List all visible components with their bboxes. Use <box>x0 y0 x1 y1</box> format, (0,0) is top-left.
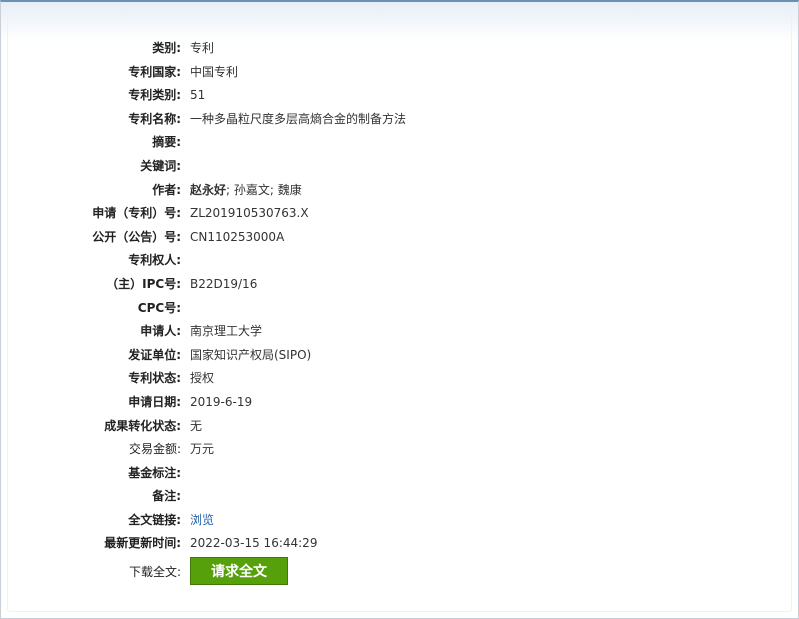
row-patent-country: 专利国家: 中国专利 <box>1 61 798 85</box>
fund-note-label: 基金标注: <box>128 465 181 480</box>
row-application-date: 申请日期: 2019-6-19 <box>1 391 798 415</box>
row-keywords: 关键词: <box>1 155 798 179</box>
last-updated-value: 2022-03-15 16:44:29 <box>190 536 318 551</box>
row-remarks: 备注: <box>1 485 798 509</box>
application-number-label: 申请（专利）号: <box>92 206 181 221</box>
patent-country-label: 专利国家: <box>128 64 181 79</box>
row-cpc: CPC号: <box>1 297 798 321</box>
row-transaction-amount: 交易金额: 万元 <box>1 438 798 462</box>
browse-link[interactable]: 浏览 <box>190 513 214 527</box>
patent-name-label: 专利名称: <box>128 111 181 126</box>
last-updated-label: 最新更新时间: <box>104 536 181 551</box>
row-ipc: （主）IPC号: B22D19/16 <box>1 273 798 297</box>
row-authors: 作者: 赵永好; 孙嘉文; 魏康 <box>1 179 798 203</box>
fulltext-link-value: 浏览 <box>190 509 214 533</box>
row-patentee: 专利权人: <box>1 249 798 273</box>
authors-value: 赵永好; 孙嘉文; 魏康 <box>190 179 302 203</box>
publication-number-value: CN110253000A <box>190 229 285 244</box>
publication-number-label: 公开（公告）号: <box>92 229 181 244</box>
applicant-label: 申请人: <box>140 324 181 339</box>
row-fund-note: 基金标注: <box>1 462 798 486</box>
row-applicant: 申请人: 南京理工大学 <box>1 320 798 344</box>
row-issuing-office: 发证单位: 国家知识产权局(SIPO) <box>1 344 798 368</box>
row-application-number: 申请（专利）号: ZL201910530763.X <box>1 202 798 226</box>
row-download: 下载全文: 请求全文 <box>1 556 798 588</box>
patent-detail-table: 类别: 专利 专利国家: 中国专利 专利类别: 51 专利名称: 一种多晶粒尺度… <box>1 37 798 588</box>
issuing-office-value: 国家知识产权局(SIPO) <box>190 347 312 362</box>
transfer-status-label: 成果转化状态: <box>104 418 181 433</box>
keywords-label: 关键词: <box>140 158 181 173</box>
row-last-updated: 最新更新时间: 2022-03-15 16:44:29 <box>1 532 798 556</box>
patent-type-value: 51 <box>190 88 206 103</box>
patent-country-value: 中国专利 <box>190 64 239 79</box>
row-patent-name: 专利名称: 一种多晶粒尺度多层高熵合金的制备方法 <box>1 108 798 132</box>
patent-status-label: 专利状态: <box>128 371 181 386</box>
fulltext-link-label: 全文链接: <box>128 512 181 527</box>
patentee-label: 专利权人: <box>128 253 181 268</box>
page-frame: 类别: 专利 专利国家: 中国专利 专利类别: 51 专利名称: 一种多晶粒尺度… <box>0 0 799 619</box>
row-category: 类别: 专利 <box>1 37 798 61</box>
transaction-amount-label: 交易金额: <box>128 442 181 457</box>
remarks-label: 备注: <box>152 489 181 504</box>
patent-type-label: 专利类别: <box>128 88 181 103</box>
application-date-value: 2019-6-19 <box>190 394 253 409</box>
row-publication-number: 公开（公告）号: CN110253000A <box>1 226 798 250</box>
row-patent-status: 专利状态: 授权 <box>1 367 798 391</box>
application-date-label: 申请日期: <box>128 394 181 409</box>
download-label: 下载全文: <box>128 565 181 580</box>
first-author: 赵永好 <box>190 182 227 197</box>
row-abstract: 摘要: <box>1 131 798 155</box>
abstract-label: 摘要: <box>152 135 181 150</box>
authors-label: 作者: <box>152 182 181 197</box>
patent-status-value: 授权 <box>190 371 215 386</box>
issuing-office-label: 发证单位: <box>128 347 181 362</box>
request-fulltext-button[interactable]: 请求全文 <box>190 557 288 586</box>
applicant-value: 南京理工大学 <box>190 324 263 339</box>
ipc-value: B22D19/16 <box>190 276 258 291</box>
row-fulltext-link: 全文链接: 浏览 <box>1 509 798 533</box>
category-value: 专利 <box>190 41 215 55</box>
category-label: 类别: <box>152 41 181 55</box>
ipc-label: （主）IPC号: <box>106 276 181 291</box>
patent-name-value: 一种多晶粒尺度多层高熵合金的制备方法 <box>190 111 407 126</box>
application-number-value: ZL201910530763.X <box>190 206 309 221</box>
row-patent-type: 专利类别: 51 <box>1 84 798 108</box>
cpc-label: CPC号: <box>137 300 181 315</box>
row-transfer-status: 成果转化状态: 无 <box>1 415 798 439</box>
transfer-status-value: 无 <box>190 418 203 433</box>
transaction-amount-value: 万元 <box>190 442 215 457</box>
other-authors: ; 孙嘉文; 魏康 <box>226 182 302 197</box>
